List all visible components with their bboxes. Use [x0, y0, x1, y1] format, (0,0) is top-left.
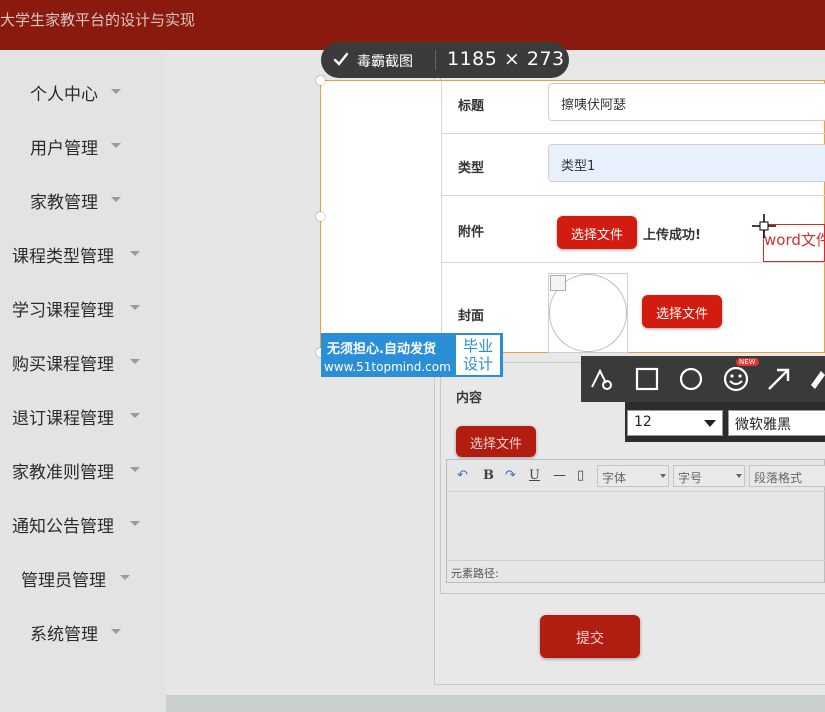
- bold-icon[interactable]: B: [483, 468, 494, 483]
- sidebar-item-admin[interactable]: 管理员管理: [0, 558, 166, 598]
- annotation-font-size-select[interactable]: 12: [627, 410, 723, 436]
- rich-text-editor[interactable]: ↶ B ↷ U — ▯ 字体 字号 段落格式 元素路径:: [446, 459, 825, 583]
- sidebar-item-label: 家教管理: [30, 193, 98, 213]
- font-family-select[interactable]: 字体: [597, 465, 669, 487]
- sidebar-item-label: 退订课程管理: [12, 409, 114, 429]
- chevron-down-icon: [111, 197, 121, 202]
- watermark-badge: 毕业 设计: [456, 335, 500, 375]
- sidebar-item-label: 课程类型管理: [12, 247, 114, 267]
- attachment-label: 附件: [458, 225, 485, 240]
- sidebar-item-system[interactable]: 系统管理: [0, 612, 166, 652]
- cover-label: 封面: [458, 309, 485, 324]
- document-icon[interactable]: ▯: [577, 468, 584, 483]
- sidebar-item-purchase-course[interactable]: 购买课程管理: [0, 342, 166, 382]
- form-row-title: 标题 擦咦伏阿瑟: [442, 81, 825, 134]
- chevron-down-icon: [130, 359, 140, 364]
- emoji-icon[interactable]: [722, 365, 750, 393]
- drawing-toolbar: NEW: [581, 356, 825, 402]
- undo-icon[interactable]: ↶: [457, 468, 468, 483]
- sidebar-item-label: 购买课程管理: [12, 355, 114, 375]
- watermark-line1: 无须担心.自动发货: [327, 342, 436, 357]
- sidebar-item-course-type[interactable]: 课程类型管理: [0, 234, 166, 274]
- watermark-badge-line1: 毕业: [462, 337, 493, 355]
- resize-handle-top-left[interactable]: [316, 76, 325, 85]
- chevron-down-icon: [130, 251, 140, 256]
- type-label: 类型: [458, 161, 485, 176]
- cover-choose-file-button[interactable]: 选择文件: [642, 295, 722, 328]
- divider: [435, 50, 436, 70]
- sidebar-item-label: 用户管理: [30, 139, 98, 159]
- chevron-down-icon: [130, 521, 140, 526]
- title-label: 标题: [458, 99, 485, 114]
- sidebar-item-label: 通知公告管理: [12, 517, 114, 537]
- font-size-select[interactable]: 字号: [673, 465, 745, 487]
- annotation-font-size-value: 12: [634, 414, 652, 430]
- horizontal-rule-icon[interactable]: —: [553, 468, 566, 483]
- chevron-down-icon: [130, 305, 140, 310]
- footer-strip: [166, 695, 825, 712]
- shapes-icon[interactable]: [588, 365, 616, 393]
- crosshair-cursor-icon: [752, 214, 776, 238]
- paragraph-format-select[interactable]: 段落格式: [749, 465, 825, 487]
- upload-status: 上传成功!: [643, 228, 701, 243]
- watermark-line2: www.51topmind.com: [324, 360, 451, 374]
- sidebar-item-personal-center[interactable]: 个人中心: [0, 72, 166, 112]
- sidebar-item-tutor-management[interactable]: 家教管理: [0, 180, 166, 220]
- form-row-type: 类型 类型1: [442, 134, 825, 196]
- content-label: 内容: [456, 391, 483, 406]
- annotation-font-family-select[interactable]: 微软雅黑: [728, 410, 825, 436]
- capture-size-indicator: 毒霸截图 1185 × 273: [321, 42, 569, 78]
- font-size-value: 字号: [678, 471, 703, 485]
- cover-image-placeholder: [548, 273, 628, 353]
- marker-icon[interactable]: [807, 365, 825, 393]
- ellipse-icon[interactable]: [677, 365, 705, 393]
- text-style-bar: 12 微软雅黑: [625, 402, 825, 442]
- sidebar-item-label: 个人中心: [30, 85, 98, 105]
- paragraph-format-value: 段落格式: [754, 471, 803, 485]
- sidebar-item-study-course[interactable]: 学习课程管理: [0, 288, 166, 328]
- arrow-icon[interactable]: [765, 365, 793, 393]
- sidebar-item-unsubscribe-course[interactable]: 退订课程管理: [0, 396, 166, 436]
- attachment-choose-file-button[interactable]: 选择文件: [557, 216, 637, 249]
- underline-icon[interactable]: U: [529, 468, 540, 483]
- broken-image-icon: [550, 275, 566, 291]
- sidebar-item-label: 管理员管理: [21, 571, 106, 591]
- app-title: 大学生家教平台的设计与实现: [0, 11, 196, 29]
- sidebar: 个人中心 用户管理 家教管理 课程类型管理 学习课程管理 购买课程管理 退订课程…: [0, 50, 166, 712]
- element-path: 元素路径:: [447, 560, 825, 582]
- capture-dimensions: 1185 × 273: [447, 48, 565, 70]
- submit-button[interactable]: 提交: [540, 615, 640, 658]
- rectangle-icon[interactable]: [633, 365, 661, 393]
- chevron-down-icon: [120, 575, 130, 580]
- resize-handle-left[interactable]: [316, 212, 325, 221]
- chevron-down-icon: [660, 474, 666, 478]
- chevron-down-icon: [111, 89, 121, 94]
- content-choose-file-button[interactable]: 选择文件: [456, 426, 536, 457]
- watermark-badge-line2: 设计: [462, 355, 493, 373]
- chevron-down-icon: [736, 474, 742, 478]
- annotation-font-family-value: 微软雅黑: [735, 417, 791, 433]
- sidebar-item-label: 学习课程管理: [12, 301, 114, 321]
- chevron-down-icon: [704, 420, 716, 427]
- sidebar-item-label: 系统管理: [30, 625, 98, 645]
- sidebar-item-user-management[interactable]: 用户管理: [0, 126, 166, 166]
- title-input[interactable]: 擦咦伏阿瑟: [548, 83, 825, 121]
- capture-brand: 毒霸截图: [357, 54, 413, 70]
- editor-toolbar: ↶ B ↷ U — ▯ 字体 字号 段落格式: [447, 460, 825, 492]
- chevron-down-icon: [111, 143, 121, 148]
- font-family-value: 字体: [602, 471, 627, 485]
- sidebar-item-label: 家教准则管理: [12, 463, 114, 483]
- redo-icon[interactable]: ↷: [505, 468, 516, 483]
- sidebar-item-tutor-rules[interactable]: 家教准则管理: [0, 450, 166, 490]
- chevron-down-icon: [130, 467, 140, 472]
- watermark-banner: 无须担心.自动发货 www.51topmind.com 毕业 设计: [321, 333, 503, 377]
- duba-logo-icon: [333, 52, 349, 66]
- chevron-down-icon: [130, 413, 140, 418]
- new-badge: NEW: [736, 358, 759, 366]
- sidebar-item-notice[interactable]: 通知公告管理: [0, 504, 166, 544]
- type-select[interactable]: 类型1: [548, 144, 825, 182]
- chevron-down-icon: [111, 629, 121, 634]
